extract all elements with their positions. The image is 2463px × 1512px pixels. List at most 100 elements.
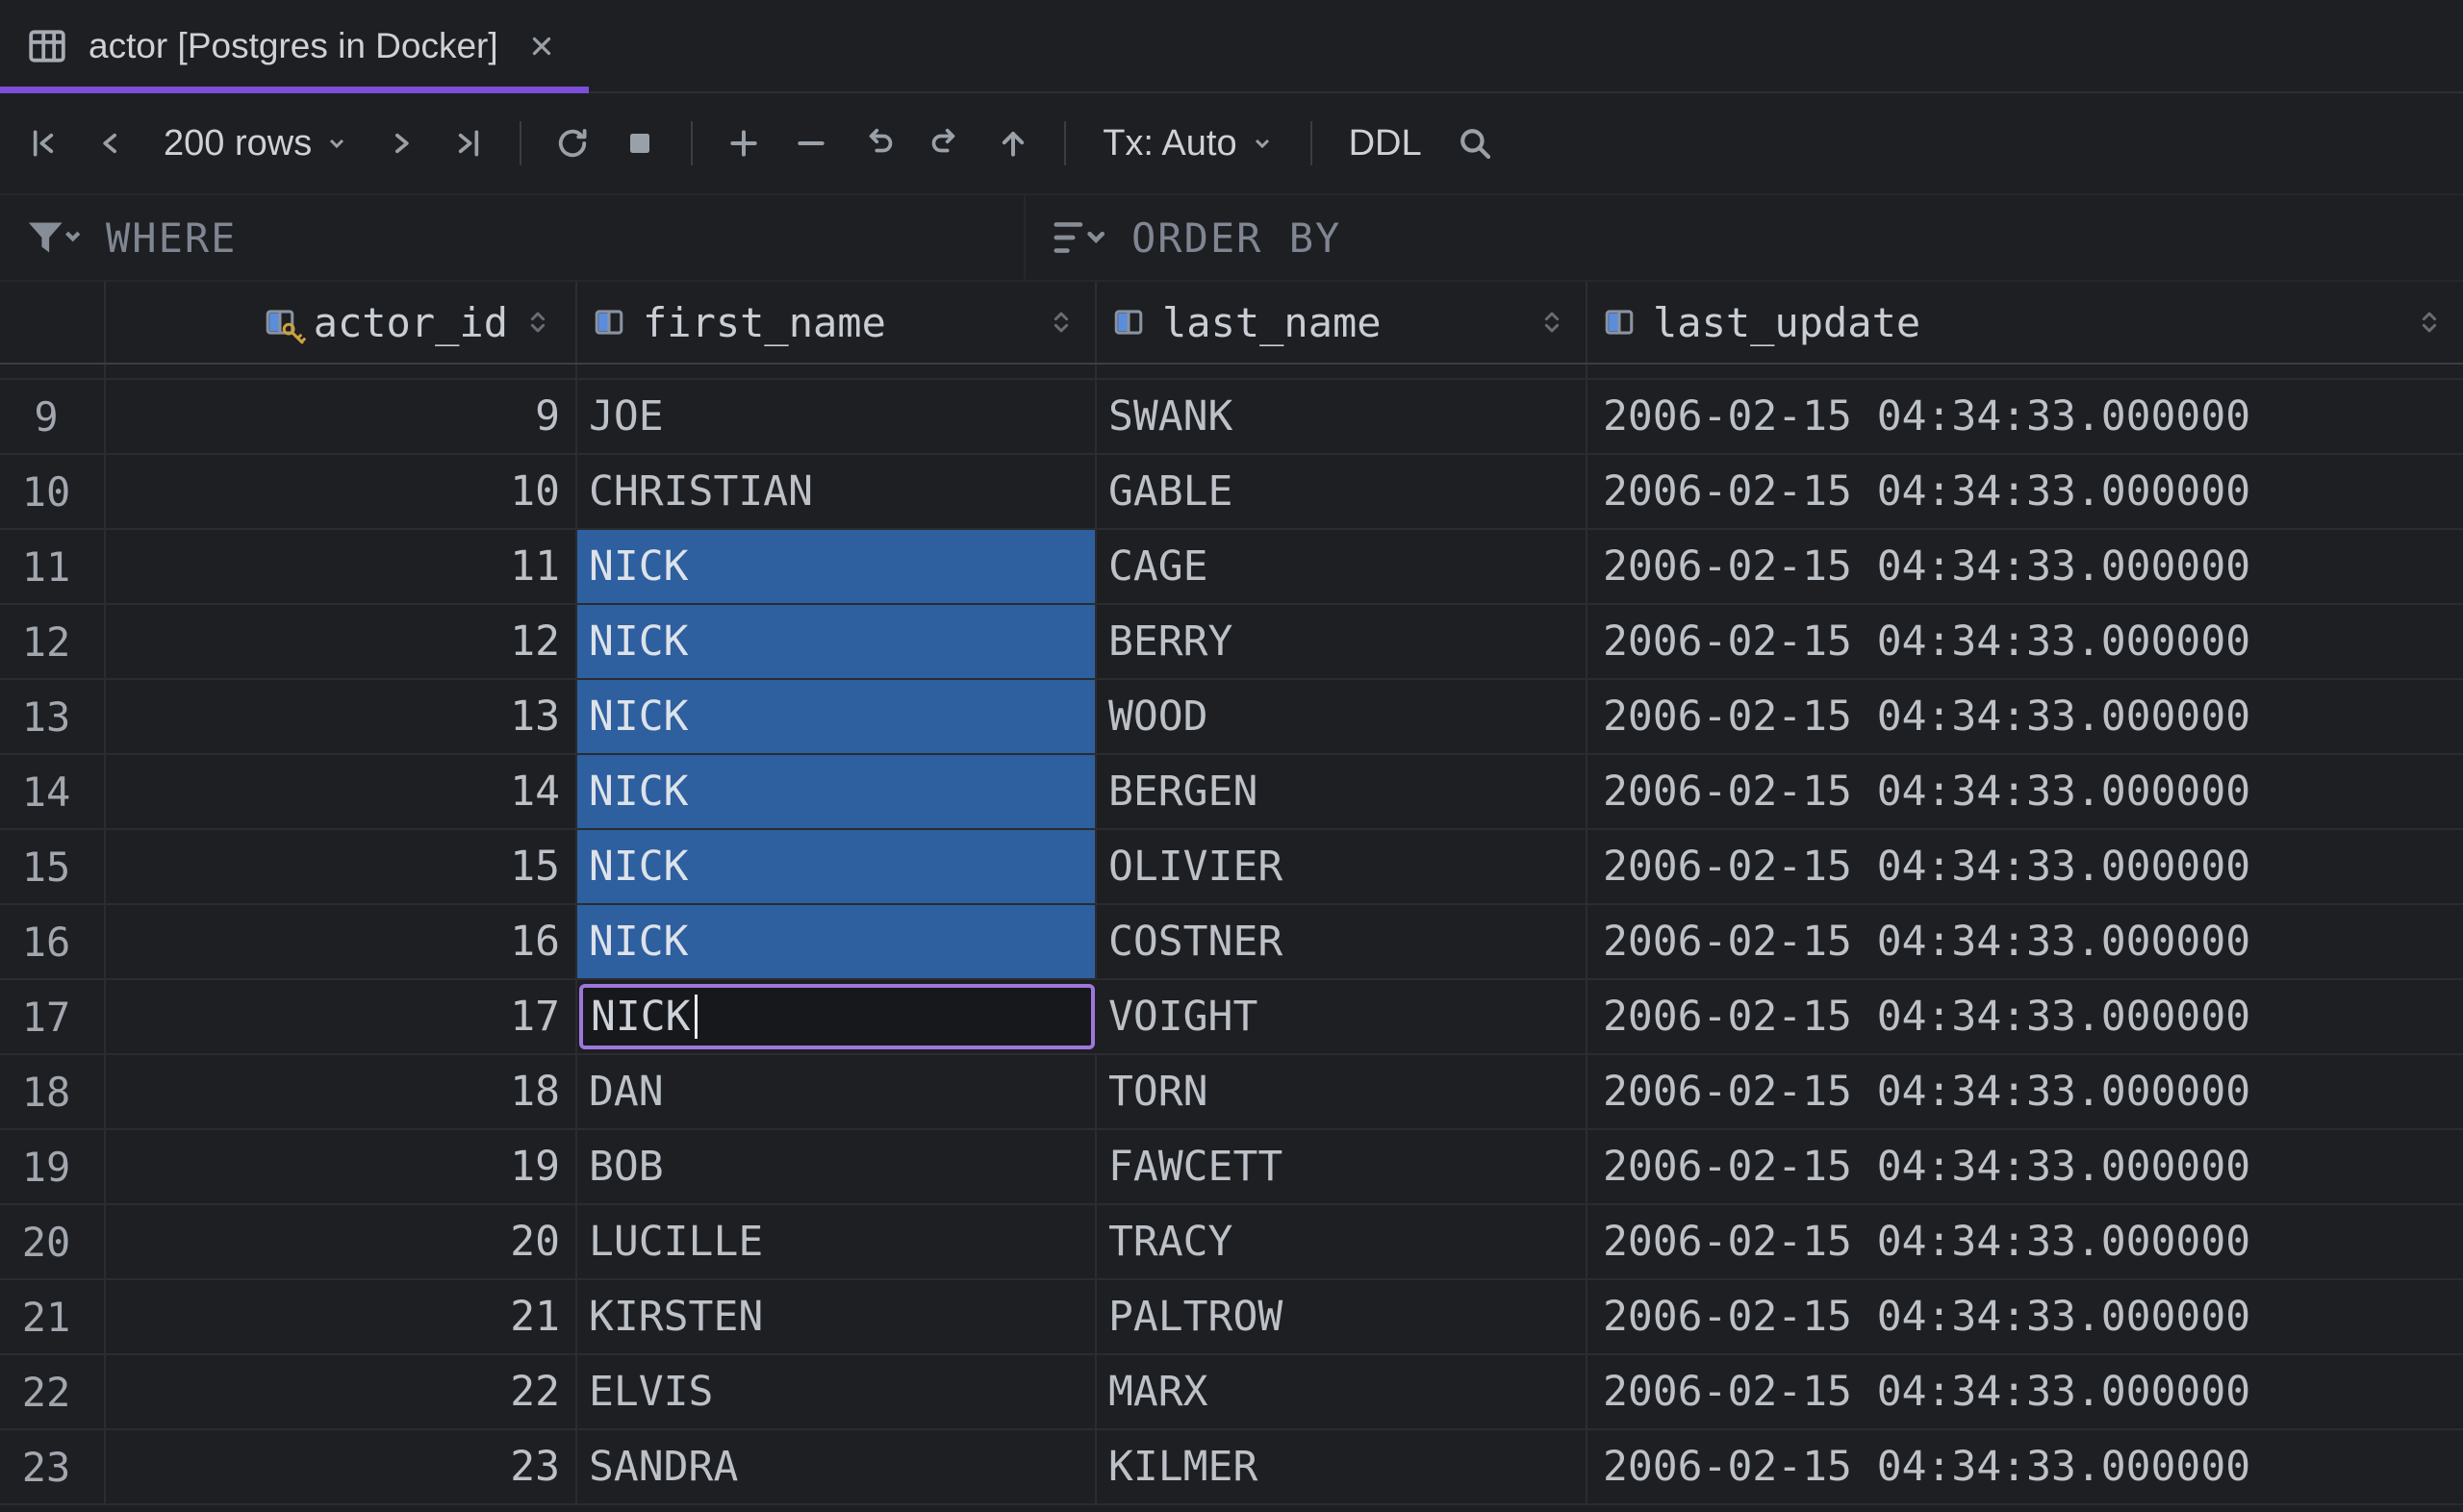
row-number[interactable]: 17 [0, 980, 106, 1053]
cell-actor-id[interactable]: 23 [106, 1430, 577, 1503]
undo-button[interactable] [845, 109, 912, 178]
row-number[interactable]: 12 [0, 605, 106, 678]
cell-first-name[interactable]: NICK [577, 905, 1097, 978]
column-header-last-name[interactable]: last_name [1097, 282, 1587, 363]
close-icon[interactable] [527, 32, 556, 61]
first-page-button[interactable] [10, 109, 77, 178]
cell-last-update[interactable]: 2006-02-15 04:34:33.000000 [1587, 1130, 2463, 1203]
column-header-last-update[interactable]: last_update [1587, 282, 2463, 363]
cell-last-update[interactable]: 2006-02-15 04:34:33.000000 [1587, 380, 2463, 453]
cell-first-name[interactable]: NICK [577, 830, 1097, 903]
order-by-clause-input[interactable]: ORDER BY [1024, 195, 2463, 280]
last-page-button[interactable] [435, 109, 502, 178]
row-number[interactable]: 14 [0, 755, 106, 828]
cell-actor-id[interactable]: 19 [106, 1130, 577, 1203]
cell-last-update[interactable]: 2006-02-15 04:34:33.000000 [1587, 1055, 2463, 1128]
row-number[interactable]: 11 [0, 530, 106, 603]
cell-first-name[interactable]: NICK [577, 605, 1097, 678]
next-page-button[interactable] [368, 109, 435, 178]
cell-last-name[interactable]: CAGE [1097, 530, 1587, 603]
page-size-selector[interactable]: 200 rows [144, 109, 368, 178]
refresh-button[interactable] [539, 109, 606, 178]
cell-first-name[interactable]: JOE [577, 380, 1097, 453]
cell-last-name[interactable]: OLIVIER [1097, 830, 1587, 903]
row-number[interactable]: 21 [0, 1280, 106, 1353]
row-number[interactable]: 10 [0, 455, 106, 528]
table-row: 18 18 DAN TORN 2006-02-15 04:34:33.00000… [0, 1055, 2463, 1130]
column-header-first-name[interactable]: first_name [577, 282, 1097, 363]
cell-last-name[interactable]: GABLE [1097, 455, 1587, 528]
cell-first-name[interactable]: KIRSTEN [577, 1280, 1097, 1353]
cell-first-name[interactable]: BOB [577, 1130, 1097, 1203]
cell-actor-id[interactable]: 20 [106, 1205, 577, 1278]
cell-last-name[interactable]: BERGEN [1097, 755, 1587, 828]
cell-actor-id[interactable]: 12 [106, 605, 577, 678]
cell-last-name[interactable]: KILMER [1097, 1430, 1587, 1503]
cell-last-update[interactable]: 2006-02-15 04:34:33.000000 [1587, 980, 2463, 1053]
row-number[interactable]: 23 [0, 1430, 106, 1503]
row-number[interactable]: 13 [0, 680, 106, 753]
cell-actor-id[interactable]: 9 [106, 380, 577, 453]
row-number[interactable]: 20 [0, 1205, 106, 1278]
row-number[interactable]: 16 [0, 905, 106, 978]
previous-page-button[interactable] [77, 109, 144, 178]
column-header-actor-id[interactable]: actor_id [106, 282, 577, 363]
add-row-button[interactable] [710, 109, 777, 178]
cell-last-name[interactable]: TORN [1097, 1055, 1587, 1128]
tab-actor[interactable]: actor [Postgres in Docker] [0, 0, 589, 93]
chevron-down-icon [1251, 132, 1274, 155]
row-number[interactable]: 22 [0, 1355, 106, 1428]
cell-last-update[interactable]: 2006-02-15 04:34:33.000000 [1587, 1355, 2463, 1428]
cell-last-update[interactable]: 2006-02-15 04:34:33.000000 [1587, 1205, 2463, 1278]
cell-actor-id[interactable]: 21 [106, 1280, 577, 1353]
cell-last-update[interactable]: 2006-02-15 04:34:33.000000 [1587, 755, 2463, 828]
cell-last-name[interactable]: FAWCETT [1097, 1130, 1587, 1203]
cell-editor[interactable]: NICK [579, 984, 1095, 1049]
cell-actor-id[interactable]: 15 [106, 830, 577, 903]
cell-last-update[interactable]: 2006-02-15 04:34:33.000000 [1587, 680, 2463, 753]
cell-last-name[interactable]: TRACY [1097, 1205, 1587, 1278]
cell-last-update[interactable]: 2006-02-15 04:34:33.000000 [1587, 1280, 2463, 1353]
cell-last-update[interactable]: 2006-02-15 04:34:33.000000 [1587, 830, 2463, 903]
cell-last-update[interactable]: 2006-02-15 04:34:33.000000 [1587, 905, 2463, 978]
cell-last-update[interactable]: 2006-02-15 04:34:33.000000 [1587, 530, 2463, 603]
stop-button[interactable] [606, 109, 673, 178]
cell-first-name[interactable]: CHRISTIAN [577, 455, 1097, 528]
cell-actor-id[interactable]: 16 [106, 905, 577, 978]
cell-actor-id[interactable]: 18 [106, 1055, 577, 1128]
cell-last-update[interactable]: 2006-02-15 04:34:33.000000 [1587, 605, 2463, 678]
submit-button[interactable] [979, 109, 1047, 178]
delete-row-button[interactable] [777, 109, 845, 178]
cell-first-name[interactable]: NICK [577, 680, 1097, 753]
where-clause-input[interactable]: WHERE [0, 195, 1024, 280]
cell-actor-id[interactable]: 17 [106, 980, 577, 1053]
cell-last-name[interactable]: MARX [1097, 1355, 1587, 1428]
cell-first-name[interactable]: ELVIS [577, 1355, 1097, 1428]
cell-actor-id[interactable]: 14 [106, 755, 577, 828]
cell-actor-id[interactable]: 11 [106, 530, 577, 603]
row-number[interactable]: 15 [0, 830, 106, 903]
cell-last-name[interactable]: WOOD [1097, 680, 1587, 753]
cell-first-name[interactable]: LUCILLE [577, 1205, 1097, 1278]
row-number[interactable]: 9 [0, 380, 106, 453]
cell-last-name[interactable]: SWANK [1097, 380, 1587, 453]
search-button[interactable] [1441, 109, 1509, 178]
ddl-button[interactable]: DDL [1330, 109, 1441, 178]
cell-first-name[interactable]: NICK [577, 530, 1097, 603]
row-number[interactable]: 18 [0, 1055, 106, 1128]
cell-last-name[interactable]: BERRY [1097, 605, 1587, 678]
cell-last-update[interactable]: 2006-02-15 04:34:33.000000 [1587, 1430, 2463, 1503]
cell-first-name[interactable]: DAN [577, 1055, 1097, 1128]
cell-last-update[interactable]: 2006-02-15 04:34:33.000000 [1587, 455, 2463, 528]
cell-actor-id[interactable]: 10 [106, 455, 577, 528]
cell-actor-id[interactable]: 13 [106, 680, 577, 753]
cell-actor-id[interactable]: 22 [106, 1355, 577, 1428]
cell-last-name[interactable]: VOIGHT [1097, 980, 1587, 1053]
cell-first-name[interactable]: NICK [577, 755, 1097, 828]
transaction-mode-selector[interactable]: Tx: Auto [1083, 109, 1292, 178]
cell-last-name[interactable]: PALTROW [1097, 1280, 1587, 1353]
cell-last-name[interactable]: COSTNER [1097, 905, 1587, 978]
cell-first-name[interactable]: SANDRA [577, 1430, 1097, 1503]
row-number[interactable]: 19 [0, 1130, 106, 1203]
revert-button[interactable] [912, 109, 979, 178]
